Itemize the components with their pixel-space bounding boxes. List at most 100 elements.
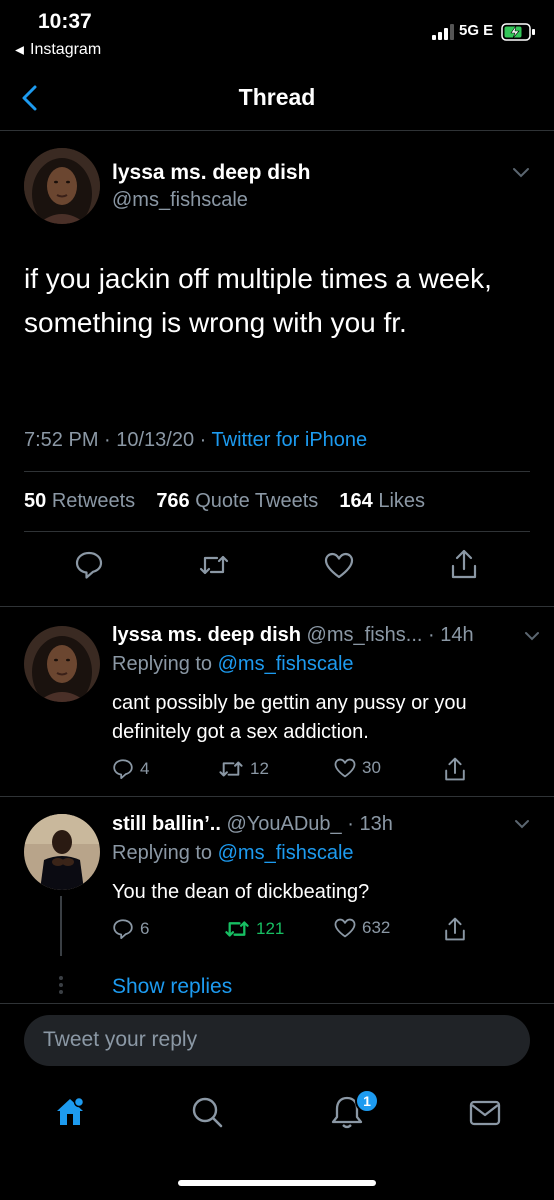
tweet-datetime: 7:52 PM · 10/13/20 · (24, 429, 212, 451)
replying-to: Replying to @ms_fishscale (112, 842, 354, 865)
retweets-label: Retweets (51, 490, 136, 512)
main-tweet: lyssa ms. deep dish @ms_fishscale if you… (0, 131, 554, 607)
notification-count: 1 (363, 1093, 371, 1109)
network-label: 5G E (459, 22, 494, 39)
thread-connector-line (60, 896, 62, 956)
meta-divider (24, 471, 530, 472)
back-app-label: Instagram (30, 41, 102, 58)
author-handle[interactable]: @ms_fishscale (112, 189, 248, 212)
back-triangle-icon (14, 45, 25, 56)
share-icon (443, 756, 467, 782)
retweet-count: 12 (250, 759, 269, 778)
reply-count-button[interactable]: 6 (112, 918, 149, 940)
signal-icon (432, 24, 458, 40)
reply-handle-time: @ms_fishs... · 14h (306, 624, 474, 646)
battery-icon (501, 22, 537, 42)
chevron-down-icon (512, 167, 530, 179)
tab-messages[interactable] (469, 1099, 501, 1127)
reply-share-button[interactable] (443, 756, 467, 782)
reply-author-name[interactable]: lyssa ms. deep dish (112, 624, 301, 646)
show-replies-link[interactable]: Show replies (112, 975, 232, 999)
tweet-options-button[interactable] (512, 167, 530, 179)
heart-icon (334, 758, 356, 778)
comment-icon (112, 758, 134, 780)
reply-author-name[interactable]: still ballin’.. (112, 813, 221, 835)
reply-header: still ballin’.. @YouADub_ · 13h (112, 813, 393, 836)
reply-composer-placeholder: Tweet your reply (43, 1028, 198, 1051)
chevron-down-icon (514, 819, 530, 829)
avatar[interactable] (24, 148, 100, 224)
replying-to-handle[interactable]: @ms_fishscale (218, 842, 354, 864)
likes-count: 164 (339, 490, 373, 512)
reply-count: 4 (140, 759, 150, 778)
notification-badge: 1 (355, 1089, 379, 1113)
back-to-app-link[interactable]: Instagram (14, 41, 101, 59)
reply-text: You the dean of dickbeating? (112, 881, 370, 903)
more-dots-icon (58, 975, 64, 995)
status-time: 10:37 (38, 10, 92, 33)
reply-count-button[interactable]: 4 (112, 758, 149, 780)
heart-icon (324, 552, 354, 579)
like-count: 632 (362, 918, 391, 937)
retweets-count: 50 (24, 490, 47, 512)
mail-icon (469, 1099, 501, 1127)
reply-options-button[interactable] (524, 631, 540, 641)
heart-icon (334, 918, 356, 938)
tab-search[interactable] (191, 1096, 223, 1128)
stats-divider (24, 531, 530, 532)
reply-button[interactable] (74, 550, 104, 580)
share-icon (449, 548, 479, 580)
tweet-meta: 7:52 PM · 10/13/20 · Twitter for iPhone (24, 429, 367, 452)
retweets-stat[interactable]: 50 Retweets (24, 490, 135, 512)
retweet-icon (224, 918, 250, 940)
avatar[interactable] (24, 814, 100, 890)
replying-to-label: Replying to (112, 842, 218, 864)
reply-composer-input[interactable]: Tweet your reply (24, 1015, 530, 1066)
avatar-portrait-icon (24, 814, 100, 890)
tab-home[interactable] (53, 1094, 87, 1128)
tweet-stats: 50 Retweets 766 Quote Tweets 164 Likes (24, 490, 425, 513)
avatar[interactable] (24, 626, 100, 702)
like-button[interactable] (324, 552, 354, 579)
avatar-portrait-icon (24, 626, 100, 702)
reply-share-button[interactable] (443, 916, 467, 942)
replying-to: Replying to @ms_fishscale (112, 653, 354, 676)
retweet-count: 121 (256, 919, 285, 938)
retweet-count-button[interactable]: 12 (218, 758, 269, 780)
retweet-button[interactable] (198, 552, 230, 578)
quotes-stat[interactable]: 766 Quote Tweets (156, 490, 318, 512)
reply-handle-time: @YouADub_ · 13h (226, 813, 393, 835)
reply-options-button[interactable] (514, 819, 530, 829)
retweet-count-button[interactable]: 121 (224, 918, 284, 940)
reply-text: cant possibly be gettin any pussy or you… (112, 692, 467, 743)
search-icon (191, 1096, 223, 1128)
comment-icon (74, 550, 104, 580)
comment-icon (112, 918, 134, 940)
reply-header: lyssa ms. deep dish @ms_fishs... · 14h (112, 624, 474, 647)
like-count-button[interactable]: 30 (334, 758, 381, 778)
share-button[interactable] (449, 548, 479, 580)
home-icon (53, 1094, 87, 1128)
chevron-down-icon (524, 631, 540, 641)
retweet-icon (218, 758, 244, 780)
reply-tweet[interactable]: still ballin’.. @YouADub_ · 13h Replying… (0, 797, 554, 1007)
reply-count: 6 (140, 919, 150, 938)
reply-tweet[interactable]: lyssa ms. deep dish @ms_fishs... · 14h R… (0, 607, 554, 797)
page-title: Thread (238, 84, 316, 110)
like-count: 30 (362, 758, 381, 777)
replying-to-label: Replying to (112, 653, 218, 675)
like-count-button[interactable]: 632 (334, 918, 390, 938)
share-icon (443, 916, 467, 942)
composer-divider (0, 1003, 554, 1004)
replying-to-handle[interactable]: @ms_fishscale (218, 653, 354, 675)
retweet-icon (198, 552, 230, 578)
quotes-count: 766 (156, 490, 190, 512)
status-bar: 10:37 Instagram 5G E (0, 0, 554, 66)
tweet-source-link[interactable]: Twitter for iPhone (212, 429, 368, 451)
likes-label: Likes (378, 490, 426, 512)
likes-stat[interactable]: 164 Likes (339, 490, 425, 512)
quotes-label: Quote Tweets (195, 490, 319, 512)
avatar-portrait-icon (24, 148, 100, 224)
home-indicator (178, 1180, 376, 1186)
author-name[interactable]: lyssa ms. deep dish (112, 161, 310, 185)
